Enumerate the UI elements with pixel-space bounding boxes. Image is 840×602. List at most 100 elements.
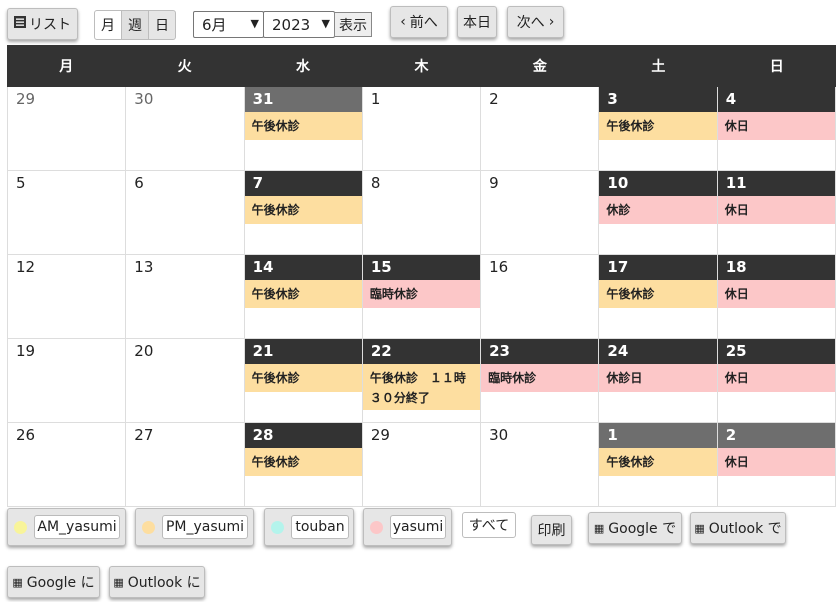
day-cell[interactable]: 1 [362, 87, 482, 171]
chevron-down-icon: ▼ [250, 17, 259, 30]
calendar-event[interactable]: 休日 [717, 280, 835, 308]
list-button[interactable]: リスト [7, 8, 78, 40]
calendar-event[interactable]: 午後休診 １１時３０分終了 [362, 364, 481, 410]
day-cell[interactable]: 20 [126, 339, 245, 423]
day-cell[interactable]: 22 午後休診 １１時３０分終了 [362, 339, 482, 423]
legend-color-dot [271, 521, 284, 534]
prev-button[interactable]: ‹ 前へ [390, 6, 448, 38]
calendar-event[interactable]: 臨時休診 [362, 280, 481, 308]
day-cell[interactable]: 7 午後休診 [244, 171, 363, 255]
calendar-event[interactable]: 休診 [599, 196, 717, 224]
day-cell[interactable]: 18 休日 [717, 255, 836, 339]
day-cell[interactable]: 10 休診 [599, 171, 718, 255]
day-number: 18 [717, 255, 835, 280]
day-cell[interactable]: 29 [7, 87, 127, 171]
view-month-button[interactable]: 月 [94, 10, 122, 40]
legend-touban[interactable]: touban [264, 508, 354, 546]
legend-yasumi[interactable]: yasumi [363, 508, 452, 546]
day-cell[interactable]: 2 休日 [717, 423, 836, 507]
day-cell[interactable]: 12 [7, 255, 127, 339]
day-number: 27 [134, 426, 154, 444]
next-button[interactable]: 次へ › [507, 6, 564, 38]
today-button[interactable]: 本日 [457, 6, 497, 38]
day-cell[interactable]: 30 [126, 87, 245, 171]
calendar-event[interactable]: 午後休診 [599, 280, 717, 308]
day-number: 3 [599, 87, 717, 112]
day-number: 9 [489, 174, 499, 192]
weekday-tue: 火 [177, 59, 192, 75]
day-cell[interactable]: 24 休診日 [599, 339, 718, 423]
day-cell[interactable]: 27 [126, 423, 245, 507]
chevron-left-icon: ‹ [400, 14, 406, 30]
day-number: 1 [370, 90, 381, 108]
calendar-event[interactable]: 午後休診 [244, 364, 362, 392]
weekday-fri: 金 [532, 59, 547, 75]
calendar-event[interactable]: 午後休診 [244, 112, 362, 140]
google-import-button[interactable]: ▦ Google に [7, 566, 100, 598]
day-cell[interactable]: 26 [7, 423, 127, 507]
outlook-import-button[interactable]: ▦ Outlook に [109, 566, 205, 598]
print-button[interactable]: 印刷 [531, 515, 572, 545]
legend-am-yasumi[interactable]: AM_yasumi [7, 508, 126, 546]
google-export-button[interactable]: ▦ Google で [588, 512, 682, 544]
legend-label: PM_yasumi [162, 515, 248, 539]
legend-pm-yasumi[interactable]: PM_yasumi [135, 508, 254, 546]
day-cell[interactable]: 29 [362, 423, 482, 507]
day-number: 29 [16, 90, 36, 108]
legend-label: touban [291, 515, 349, 539]
list-icon [14, 16, 26, 32]
month-select[interactable]: 6月 ▼ [193, 11, 264, 38]
day-cell[interactable]: 13 [126, 255, 245, 339]
day-cell[interactable]: 30 [481, 423, 600, 507]
calendar-icon: ▦ [113, 575, 124, 589]
outlook-export-button[interactable]: ▦ Outlook で [690, 512, 786, 544]
calendar-event[interactable]: 午後休診 [244, 448, 362, 476]
day-number: 28 [244, 423, 362, 448]
day-cell[interactable]: 1 午後休診 [599, 423, 718, 507]
calendar-event[interactable]: 臨時休診 [481, 364, 599, 392]
day-cell[interactable]: 9 [481, 171, 600, 255]
day-number: 11 [717, 171, 835, 196]
show-button[interactable]: 表示 [334, 12, 372, 37]
day-cell[interactable]: 8 [362, 171, 482, 255]
day-number: 15 [362, 255, 481, 280]
weekday-wed: 水 [296, 59, 311, 75]
day-cell[interactable]: 28 午後休診 [244, 423, 363, 507]
day-cell[interactable]: 3 午後休診 [599, 87, 718, 171]
day-cell[interactable]: 15 臨時休診 [362, 255, 482, 339]
month-select-value: 6月 [202, 16, 227, 34]
day-cell[interactable]: 21 午後休診 [244, 339, 363, 423]
day-cell[interactable]: 25 休日 [717, 339, 836, 423]
calendar-event[interactable]: 午後休診 [244, 280, 362, 308]
day-cell[interactable]: 19 [7, 339, 127, 423]
calendar-event[interactable]: 午後休診 [244, 196, 362, 224]
weekday-header: 月 火 水 木 金 土 日 [7, 45, 836, 87]
calendar-event[interactable]: 休日 [717, 448, 835, 476]
day-number: 25 [717, 339, 835, 364]
legend-color-dot [370, 521, 383, 534]
day-cell[interactable]: 4 休日 [717, 87, 836, 171]
day-number: 30 [134, 90, 154, 108]
day-cell[interactable]: 23 臨時休診 [481, 339, 600, 423]
calendar-event[interactable]: 休診日 [599, 364, 717, 392]
day-cell[interactable]: 17 午後休診 [599, 255, 718, 339]
day-cell[interactable]: 11 休日 [717, 171, 836, 255]
day-cell[interactable]: 5 [7, 171, 127, 255]
day-cell[interactable]: 2 [481, 87, 600, 171]
day-cell[interactable]: 6 [126, 171, 245, 255]
calendar-event[interactable]: 午後休診 [599, 448, 717, 476]
month-calendar: 月 火 水 木 金 土 日 29 30 31 午後休診 1 2 3 午後休診 4 休日 5 6 7 午後休… [7, 45, 836, 507]
calendar-event[interactable]: 休日 [717, 112, 835, 140]
calendar-event[interactable]: 休日 [717, 196, 835, 224]
day-cell[interactable]: 16 [481, 255, 600, 339]
calendar-event[interactable]: 午後休診 [599, 112, 717, 140]
calendar-event[interactable]: 休日 [717, 364, 835, 392]
view-week-button[interactable]: 週 [121, 10, 149, 40]
year-select[interactable]: 2023 ▼ [263, 11, 335, 38]
day-number: 13 [134, 258, 154, 276]
show-all-button[interactable]: すべて [462, 512, 516, 538]
view-day-button[interactable]: 日 [148, 10, 176, 40]
calendar-icon: ▦ [694, 521, 705, 535]
day-cell[interactable]: 31 午後休診 [244, 87, 363, 171]
day-cell[interactable]: 14 午後休診 [244, 255, 363, 339]
